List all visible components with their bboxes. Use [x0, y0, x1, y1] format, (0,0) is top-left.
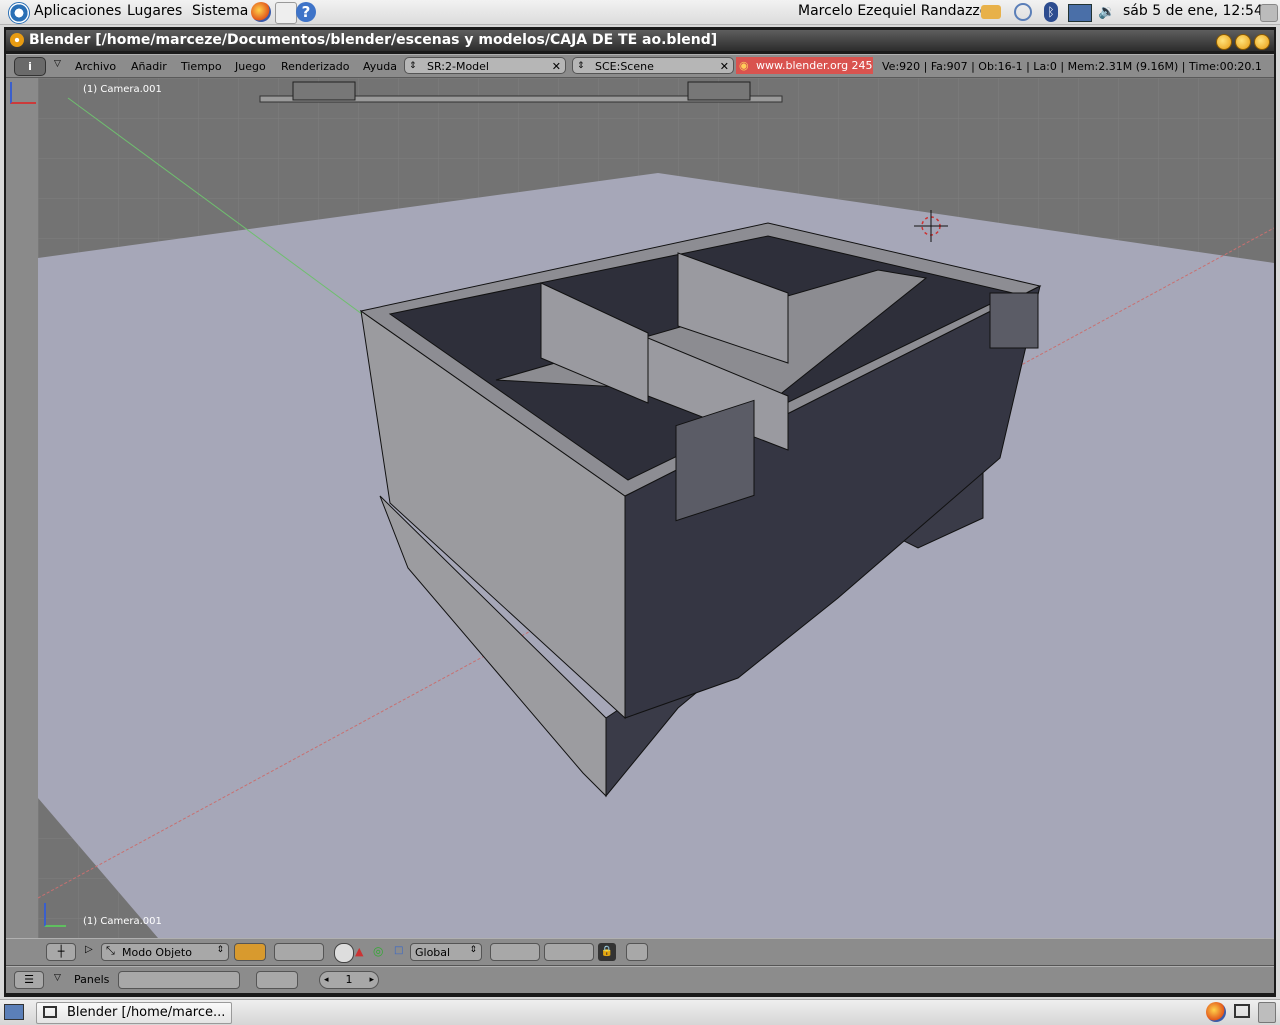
orientation-value: Global	[415, 946, 451, 959]
taskbar-blender-button[interactable]: Blender [/home/marce...	[36, 1002, 232, 1024]
menu-sistema[interactable]: Sistema	[192, 3, 248, 19]
subcontext-buttons[interactable]	[256, 971, 298, 989]
object-label-bottom: (1) Camera.001	[83, 916, 162, 927]
object-mode-icon: ⤡	[106, 944, 115, 957]
bluetooth-icon[interactable]: ᛒ	[1044, 2, 1058, 22]
screen-selector[interactable]: ⇕ SR:2-Model ✕	[404, 57, 566, 74]
display-icon[interactable]	[1068, 4, 1092, 22]
manipulator-hand-icon[interactable]	[334, 943, 354, 963]
mode-value: Modo Objeto	[122, 946, 192, 959]
updown-icon: ⇕	[216, 945, 224, 955]
menu-juego[interactable]: Juego	[235, 60, 266, 73]
orientation-selector[interactable]: Global ⇕	[410, 943, 482, 961]
3d-viewport[interactable]: (1) Camera.001 (1) Camera.001	[38, 78, 1274, 938]
hinge-ref-left	[292, 81, 356, 101]
power-icon[interactable]	[1260, 4, 1278, 22]
rotate-icon[interactable]: ◎	[373, 944, 383, 958]
buttons-header: ☰ ▽ Panels ◂ 1 ▸	[6, 966, 1274, 993]
updown-icon: ⇕	[469, 945, 477, 955]
frame-value: 1	[345, 973, 353, 986]
hinge-right	[989, 292, 1039, 349]
layer-buttons-1[interactable]	[490, 943, 540, 961]
network-icon[interactable]	[981, 5, 1001, 19]
menu-tiempo[interactable]: Tiempo	[181, 60, 222, 73]
firefox-icon[interactable]	[251, 2, 271, 22]
layer-buttons-2[interactable]	[544, 943, 594, 961]
expand-triangle-icon[interactable]: ▷	[85, 944, 93, 955]
scene-delete-icon[interactable]: ✕	[720, 58, 729, 75]
scene-selector[interactable]: ⇕ SCE:Scene ✕	[572, 57, 734, 74]
trash-icon[interactable]	[1258, 1002, 1276, 1023]
viewport-left-strip	[6, 78, 39, 938]
updown-icon: ⇕	[577, 61, 585, 71]
menu-anadir[interactable]: Añadir	[131, 60, 167, 73]
blender-window-icon[interactable]	[10, 33, 24, 47]
window-titlebar[interactable]: Blender [/home/marceze/Documentos/blende…	[6, 30, 1274, 51]
site-text: www.blender.org 245	[756, 59, 873, 72]
show-desktop-icon[interactable]	[4, 1004, 24, 1020]
collapse-triangle-icon[interactable]: ▽	[54, 59, 61, 69]
menu-renderizado[interactable]: Renderizado	[281, 60, 349, 73]
volume-icon[interactable]: 🔉	[1098, 4, 1116, 20]
screen-field-value: SR:2-Model	[427, 60, 489, 73]
view3d-header: ┼ ▷ ⤡ Modo Objeto ⇕ ▲ ◎ □ Global ⇕ 🔒	[6, 938, 1274, 966]
task-label: Blender [/home/marce...	[67, 1005, 226, 1020]
axis-gizmo-icon	[10, 82, 36, 104]
hinge-ref-right	[687, 81, 751, 101]
mail-icon[interactable]	[275, 2, 297, 24]
frame-left-arrow[interactable]: ◂	[324, 972, 329, 988]
editor-type-button[interactable]: ┼	[46, 943, 76, 961]
draw-type-selector[interactable]	[234, 943, 266, 961]
scene-field-value: SCE:Scene	[595, 60, 654, 73]
frame-right-arrow[interactable]: ▸	[369, 972, 374, 988]
window-task-icon[interactable]	[1234, 1004, 1250, 1018]
user-name: Marcelo Ezequiel Randazzo	[798, 3, 989, 19]
collapse-triangle-icon[interactable]: ▽	[54, 973, 61, 983]
menu-lugares[interactable]: Lugares	[127, 3, 182, 19]
menu-ayuda[interactable]: Ayuda	[363, 60, 397, 73]
close-button[interactable]	[1254, 34, 1270, 50]
panels-label[interactable]: Panels	[74, 973, 109, 986]
maximize-button[interactable]	[1235, 34, 1251, 50]
screen-delete-icon[interactable]: ✕	[552, 58, 561, 75]
object-label-top: (1) Camera.001	[83, 84, 162, 95]
updown-icon: ⇕	[409, 61, 417, 71]
scene-stats: Ve:920 | Fa:907 | Ob:16-1 | La:0 | Mem:2…	[882, 60, 1262, 73]
ubuntu-logo-icon[interactable]	[8, 2, 30, 24]
render-preview-button[interactable]	[626, 943, 648, 961]
editor-type-button-2[interactable]: ☰	[14, 971, 44, 989]
axis-gizmo-icon	[44, 903, 66, 927]
clock[interactable]: sáb 5 de ene, 12:54	[1123, 3, 1263, 19]
firefox-task-icon[interactable]	[1206, 1002, 1226, 1022]
mode-selector[interactable]: ⤡ Modo Objeto ⇕	[101, 943, 229, 961]
help-icon[interactable]: ?	[296, 2, 316, 22]
info-icon[interactable]: i	[14, 57, 46, 76]
translate-icon[interactable]: ▲	[355, 945, 363, 958]
viewport-scene[interactable]	[38, 78, 1274, 938]
menu-archivo[interactable]: Archivo	[75, 60, 116, 73]
wireless-icon[interactable]	[1014, 3, 1032, 21]
context-buttons[interactable]	[118, 971, 240, 989]
blender-logo-icon: ◉	[739, 59, 749, 72]
menu-aplicaciones[interactable]: Aplicaciones	[34, 3, 121, 19]
info-header: i ▽ Archivo Añadir Tiempo Juego Renderiz…	[6, 54, 1274, 78]
blender-site-badge[interactable]: ◉ www.blender.org 245	[736, 57, 873, 74]
lock-icon[interactable]: 🔒	[598, 943, 616, 961]
pivot-selector[interactable]	[274, 943, 324, 961]
window-title: Blender [/home/marceze/Documentos/blende…	[29, 32, 718, 48]
window-icon	[43, 1006, 57, 1018]
minimize-button[interactable]	[1216, 34, 1232, 50]
frame-field[interactable]: ◂ 1 ▸	[319, 971, 379, 989]
scale-icon[interactable]: □	[394, 945, 403, 956]
